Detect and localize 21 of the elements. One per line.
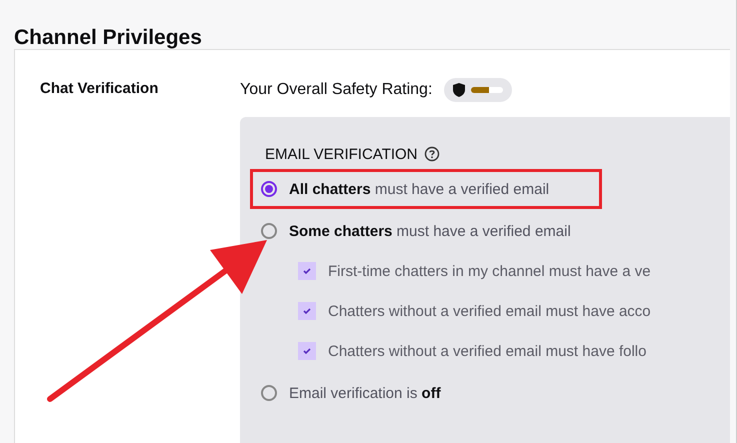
shield-icon	[453, 83, 466, 97]
radio-button[interactable]	[261, 385, 277, 401]
option-label: Some chatters must have a verified email	[289, 222, 571, 240]
option-label: Chatters without a verified email must have follo	[328, 342, 646, 360]
check-icon	[302, 346, 312, 356]
option-label: Email verification is off	[289, 384, 441, 402]
check-icon	[302, 266, 312, 276]
option-label: First-time chatters in my channel must have a ve	[328, 262, 651, 280]
section-label: Chat Verification	[39, 79, 160, 97]
option-label: Chatters without a verified email must have acco	[328, 302, 651, 320]
email-verification-heading: EMAIL VERIFICATION	[265, 146, 418, 162]
help-icon[interactable]	[424, 146, 440, 162]
checkbox[interactable]	[298, 342, 316, 360]
safety-rating-label: Your Overall Safety Rating:	[240, 81, 432, 99]
radio-button[interactable]	[261, 223, 277, 239]
check-icon	[302, 306, 312, 316]
radio-button[interactable]	[261, 181, 277, 197]
page-title: Channel Privileges	[13, 25, 203, 49]
option-label: All chatters must have a verified email	[289, 180, 550, 198]
checkbox[interactable]	[298, 262, 316, 280]
checkbox[interactable]	[298, 302, 316, 320]
